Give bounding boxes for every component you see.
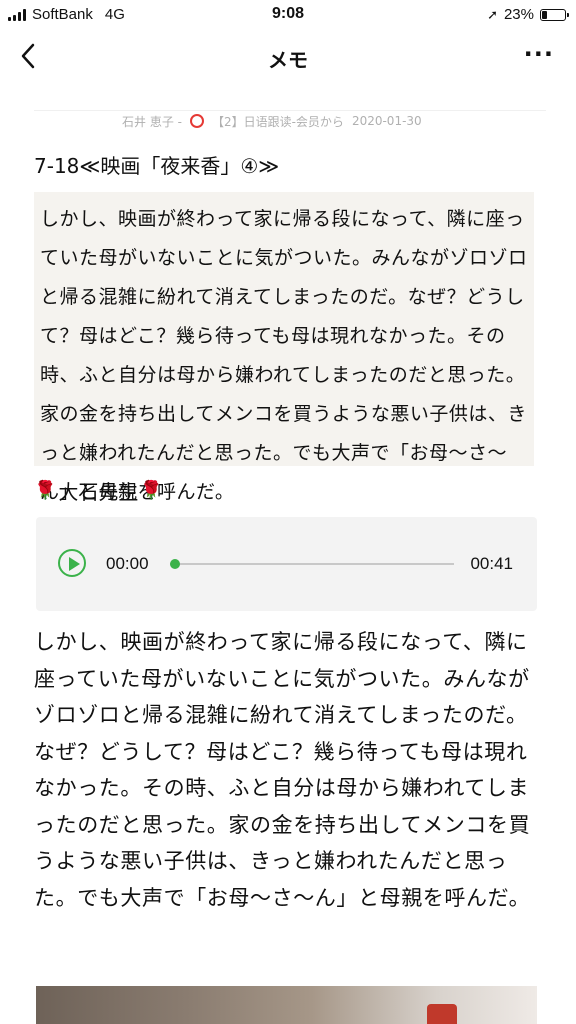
page-title: メモ bbox=[268, 48, 308, 72]
audio-current-time: 00:00 bbox=[106, 554, 149, 573]
audio-total-time: 00:41 bbox=[470, 554, 513, 573]
meta-author: 石井 恵子 - bbox=[122, 114, 182, 129]
play-button[interactable] bbox=[58, 549, 86, 577]
meta-date: 2020-01-30 bbox=[351, 114, 422, 128]
ruby-text-box: しかし、映画が終わって家に帰る段になって、隣に座っていた母がいないことに気がつい… bbox=[34, 192, 534, 503]
audio-player: 00:00 00:41 bbox=[36, 517, 537, 611]
rose-icon: 🌹 bbox=[34, 480, 57, 501]
ellipsis-icon: ··· bbox=[523, 40, 554, 68]
circle-icon bbox=[189, 114, 204, 128]
battery-icon bbox=[540, 8, 569, 21]
meta-source[interactable]: 【2】日语跟读-会员から bbox=[212, 113, 344, 130]
location-icon: ➚ bbox=[487, 6, 498, 22]
nav-bar: メモ ··· bbox=[0, 30, 576, 86]
teacher-name: 大石先生 bbox=[58, 480, 139, 504]
rose-icon: 🌹 bbox=[140, 480, 163, 501]
photo-accent bbox=[427, 1004, 457, 1024]
battery-percent: 23% bbox=[503, 6, 534, 23]
teacher-line: 🌹 大石先生 🌹 bbox=[34, 476, 163, 505]
battery-fill bbox=[542, 10, 547, 19]
audio-progress-track[interactable] bbox=[170, 563, 454, 565]
meta-line: 石井 恵子 - 【2】日语跟读-会员から 2020-01-30 bbox=[34, 110, 546, 131]
status-right: ➚ 23% bbox=[487, 6, 569, 23]
ruby-text: しかし、映画が終わって家に帰る段になって、隣に座っていた母がいないことに気がつい… bbox=[40, 208, 528, 503]
body-text: しかし、映画が終わって家に帰る段になって、隣に座っていた母がいないことに気がつい… bbox=[34, 630, 531, 910]
article-title: 7-18≪映画「夜来香」④≫ bbox=[34, 154, 280, 178]
article-photo bbox=[36, 986, 537, 1024]
status-bar: SoftBank 4G 9:08 ➚ 23% bbox=[0, 0, 576, 30]
more-button[interactable]: ··· bbox=[524, 40, 554, 68]
audio-progress-knob[interactable] bbox=[170, 559, 180, 569]
